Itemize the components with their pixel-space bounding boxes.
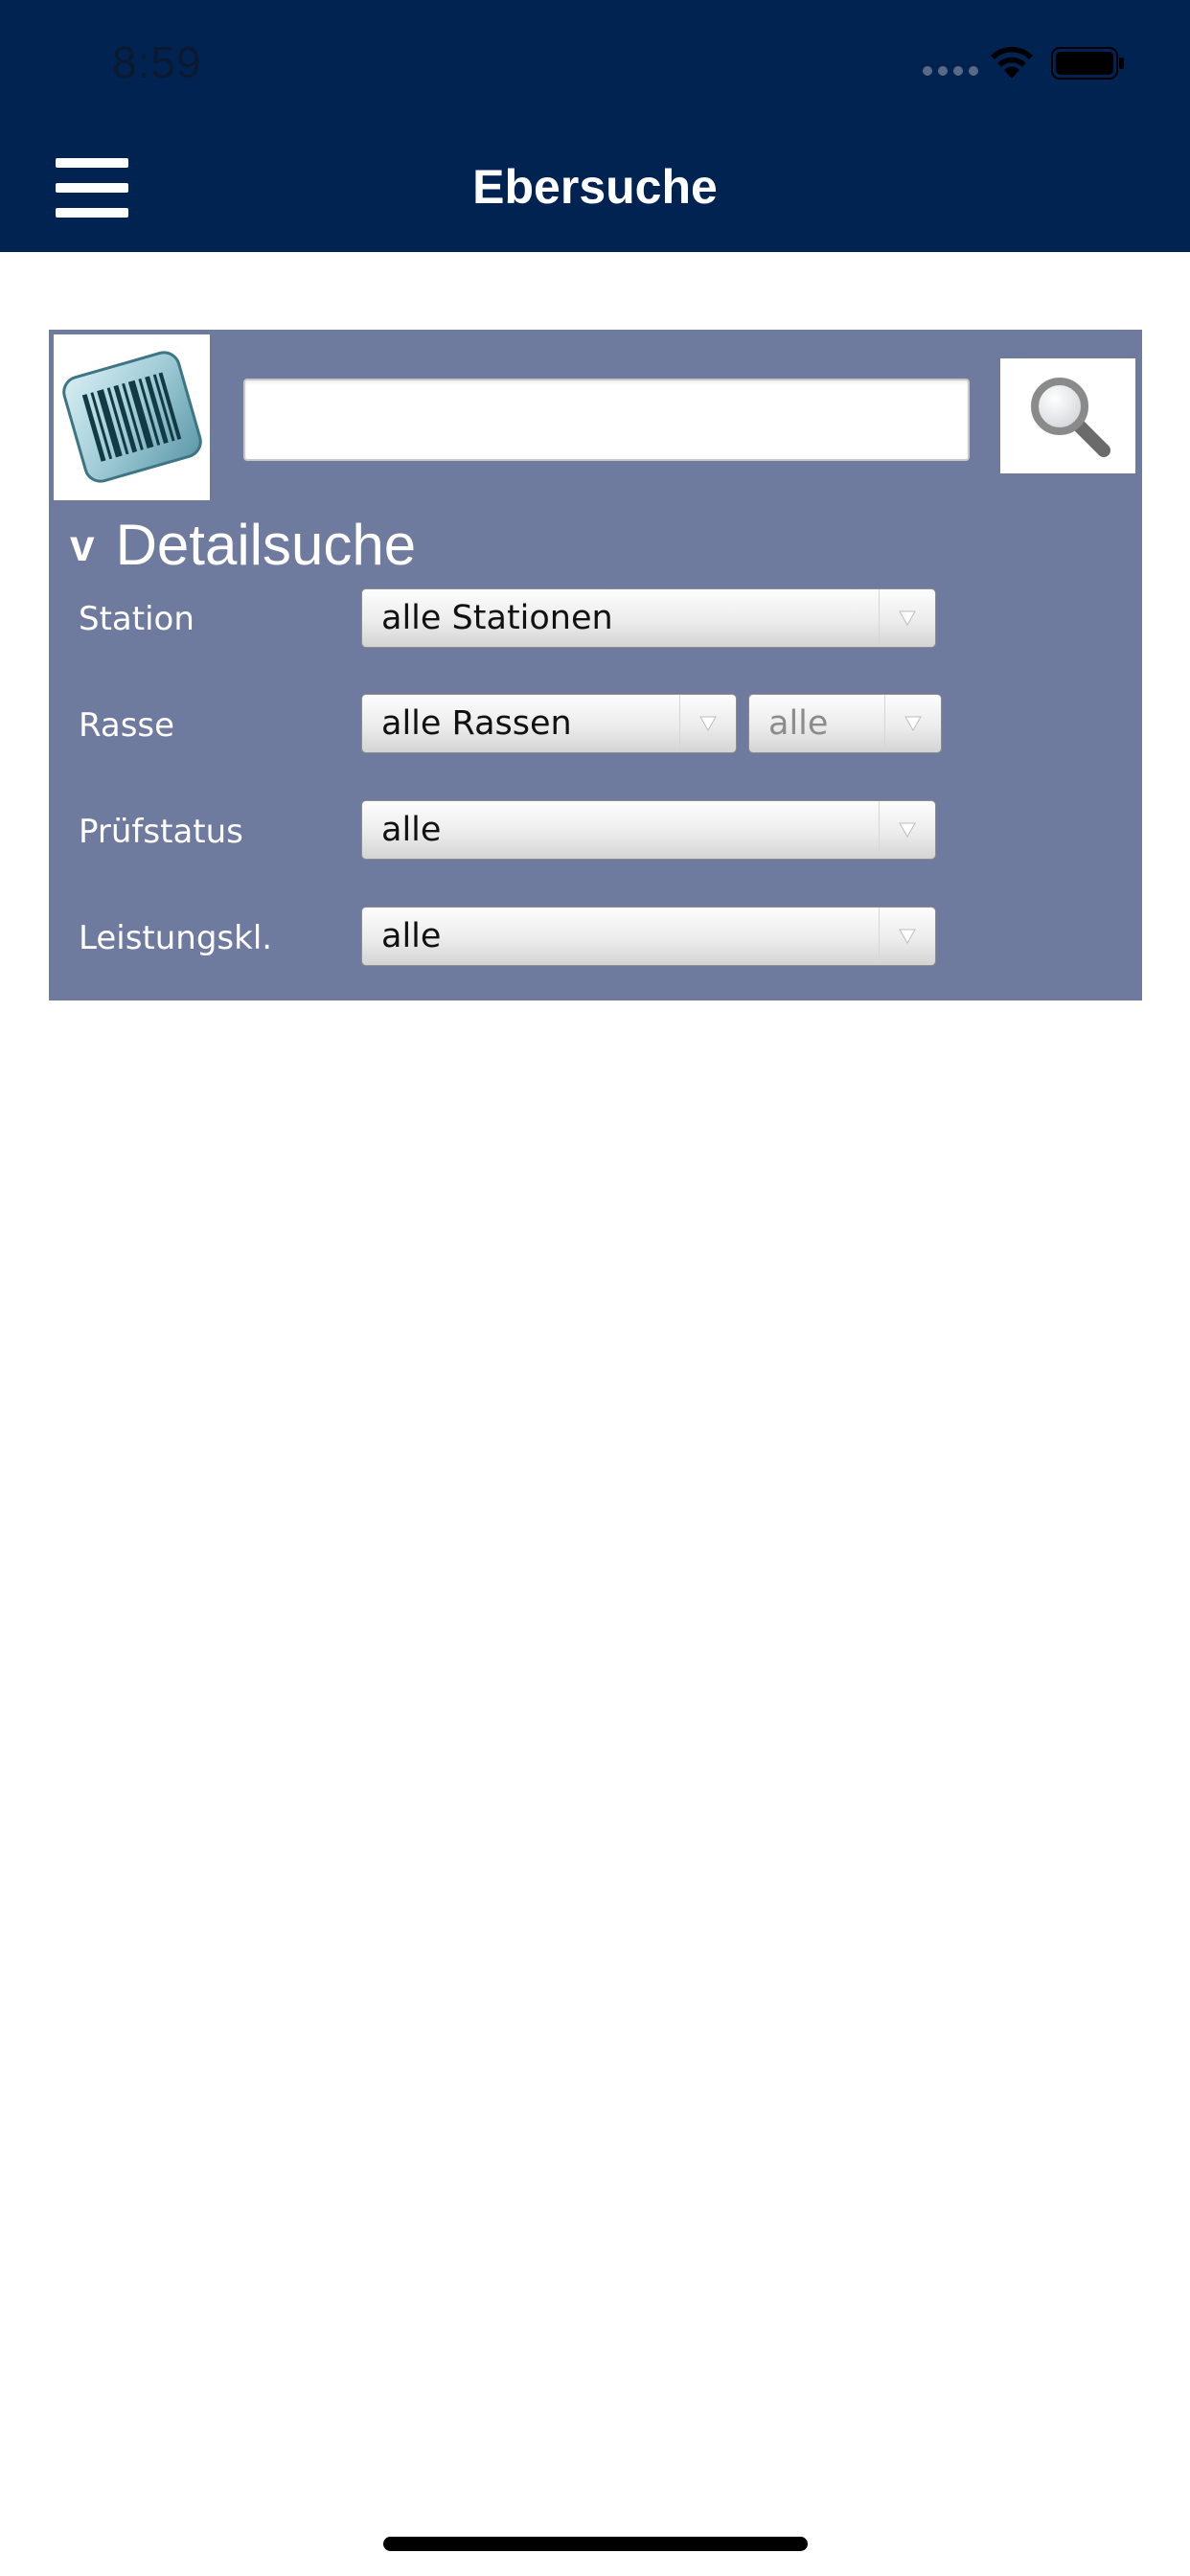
barcode-icon [62,351,202,483]
pruefstatus-label: Prüfstatus [79,813,243,851]
page-title: Ebersuche [472,160,718,214]
leistungsklasse-label: Leistungskl. [79,919,273,957]
rasse-select-value: alle Rassen [381,704,572,743]
barcode-scan-button[interactable] [54,334,210,500]
station-select[interactable]: alle Stationen [361,588,936,648]
leistungsklasse-select[interactable]: alle [361,907,936,966]
magnifier-icon [1031,378,1110,457]
detail-search-toggle[interactable]: v Detailsuche [70,512,416,588]
rasse-sub-select[interactable]: alle [748,694,942,753]
cellular-dots-icon [923,66,978,76]
rasse-select[interactable]: alle Rassen [361,694,737,753]
chevron-down-icon [884,695,941,752]
chevron-down-icon [879,589,935,647]
pruefstatus-select[interactable]: alle [361,800,936,860]
chevron-down-icon: v [70,519,95,570]
chevron-down-icon [679,695,736,752]
search-input[interactable] [243,379,970,461]
app-screen: 8:59 Ebersuche v Detailsuche Station all… [0,0,1190,2576]
header-bar: 8:59 Ebersuche [0,0,1190,252]
chevron-down-icon [879,801,935,859]
rasse-label: Rasse [79,706,175,745]
pruefstatus-select-value: alle [381,811,442,849]
status-time: 8:59 [112,37,202,87]
detail-search-title: Detailsuche [115,513,417,577]
rasse-sub-select-value: alle [768,704,829,743]
station-label: Station [79,600,195,638]
wifi-icon [991,46,1033,79]
chevron-down-icon [879,908,935,965]
search-panel: v Detailsuche Station alle Stationen Rass… [49,330,1142,1000]
search-button[interactable] [1000,358,1135,473]
leistungsklasse-select-value: alle [381,917,442,955]
station-select-value: alle Stationen [381,599,613,637]
battery-icon [1051,47,1124,80]
home-indicator[interactable] [383,2537,808,2551]
